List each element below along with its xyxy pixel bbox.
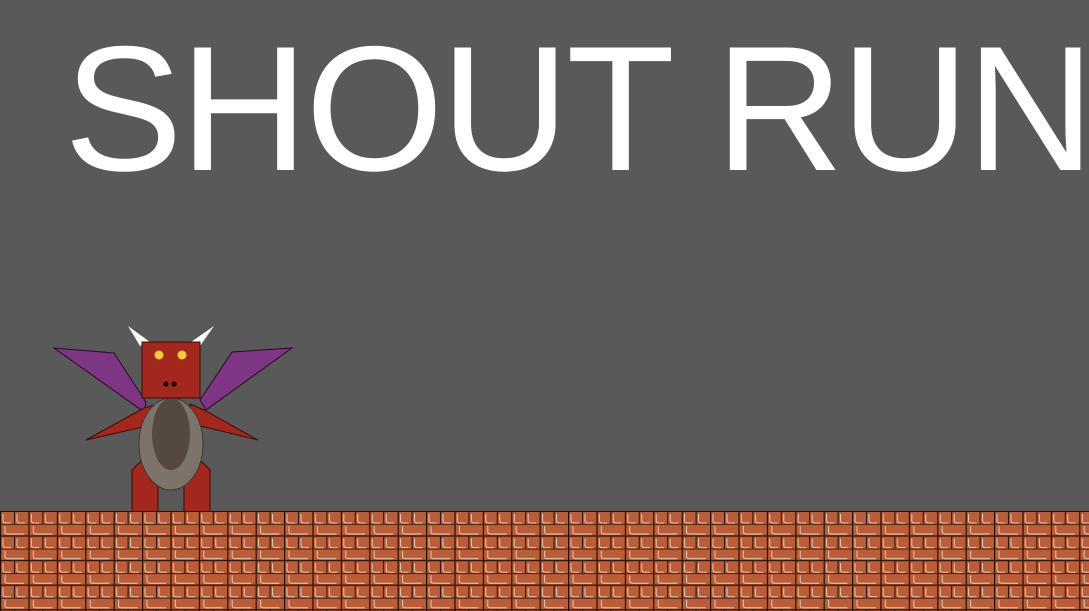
game-title: SHOUT RUN: [64, 9, 1089, 208]
dragon-left-eye: [154, 350, 164, 360]
ground-bricks: [0, 512, 1089, 611]
dragon-right-eye: [177, 350, 187, 360]
dragon-head: [141, 341, 201, 399]
dragon-right-wing: [199, 347, 294, 411]
dragon-belly-inner: [152, 398, 190, 470]
brick-ground: [0, 511, 1089, 611]
dragon-right-nostril: [171, 381, 177, 387]
game-screen[interactable]: SHOUT RUN: [0, 0, 1089, 611]
dragon-left-nostril: [163, 381, 169, 387]
player-dragon: [52, 326, 294, 513]
dragon-left-wing: [52, 347, 147, 413]
